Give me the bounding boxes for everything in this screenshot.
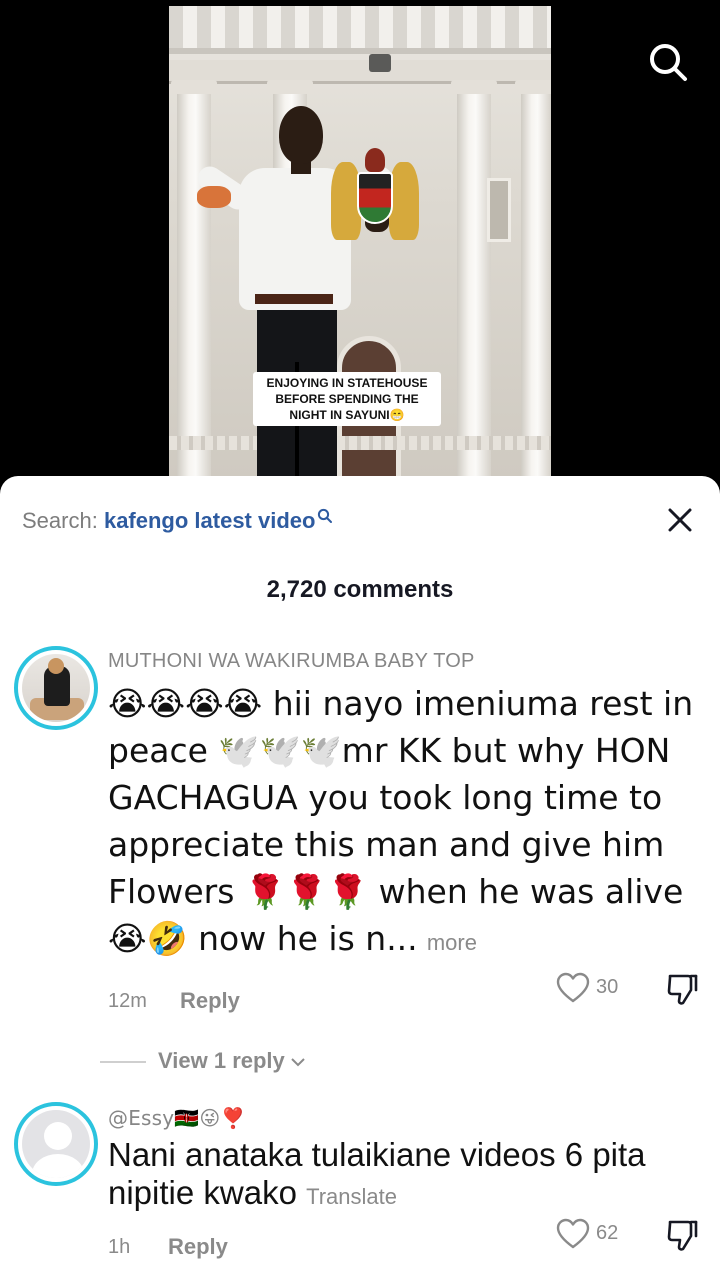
- like-count: 62: [596, 1222, 619, 1244]
- comment-time: 12m: [108, 990, 147, 1012]
- thumbs-down-icon: [667, 1220, 698, 1251]
- comment-username[interactable]: @Essy🇰🇪😜❣️: [108, 1106, 246, 1130]
- column: [171, 80, 217, 478]
- avatar[interactable]: [14, 1102, 98, 1186]
- reply-button[interactable]: Reply: [168, 1234, 228, 1260]
- view-replies-button[interactable]: View 1 reply: [100, 1048, 305, 1074]
- comment-username[interactable]: MUTHONI WA WAKIRUMBA BABY TOP: [108, 650, 475, 673]
- lamp: [369, 54, 391, 72]
- like-count: 30: [596, 976, 619, 998]
- shield-figure: [357, 172, 393, 224]
- comment-text: 😭😭😭😭 hii nayo imeniuma rest in peace 🕊️🕊…: [108, 680, 704, 966]
- building-cornice: [169, 6, 551, 54]
- chevron-down-icon: [291, 1058, 305, 1067]
- comment-count: 2,720 comments: [266, 576, 454, 603]
- divider-line: [100, 1061, 146, 1064]
- dislike-button[interactable]: [666, 1218, 698, 1252]
- dislike-button[interactable]: [666, 972, 698, 1006]
- search-term[interactable]: kafengo latest video: [104, 508, 316, 533]
- thumbs-down-icon: [667, 974, 698, 1005]
- video-frame[interactable]: ENJOYING IN STATEHOUSE BEFORE SPENDING T…: [169, 6, 551, 478]
- close-icon: [668, 508, 692, 532]
- search-icon: [318, 508, 333, 523]
- like-button[interactable]: [556, 1218, 590, 1250]
- default-avatar-head: [44, 1122, 72, 1150]
- coat-of-arms: [327, 136, 421, 246]
- video-player[interactable]: ENJOYING IN STATEHOUSE BEFORE SPENDING T…: [0, 0, 720, 500]
- default-avatar-body: [32, 1154, 84, 1178]
- avatar-head: [48, 658, 64, 674]
- avatar[interactable]: [14, 646, 98, 730]
- column: [451, 80, 497, 478]
- heart-icon: [556, 972, 590, 1003]
- comment-text: Nani anataka tulaikiane videos 6 pita ni…: [108, 1136, 668, 1216]
- close-button[interactable]: [664, 504, 696, 536]
- column: [515, 80, 551, 478]
- person-belt: [255, 294, 333, 304]
- person-head: [279, 106, 323, 164]
- video-caption: ENJOYING IN STATEHOUSE BEFORE SPENDING T…: [253, 372, 441, 426]
- more-link[interactable]: more: [427, 930, 477, 955]
- avatar-image: [22, 1110, 90, 1178]
- heart-icon: [556, 1218, 590, 1249]
- window: [487, 178, 511, 242]
- comments-sheet: Search: kafengo latest video 2,720 comme…: [0, 476, 720, 1270]
- balustrade: [169, 436, 551, 450]
- comment-text-content: 😭😭😭😭 hii nayo imeniuma rest in peace 🕊️🕊…: [108, 684, 694, 958]
- avatar-image: [22, 654, 90, 722]
- search-button[interactable]: [646, 40, 690, 84]
- translate-link[interactable]: Translate: [306, 1184, 397, 1209]
- search-prefix: Search:: [22, 508, 98, 533]
- comment-time: 1h: [108, 1236, 131, 1258]
- search-suggestion[interactable]: Search: kafengo latest video: [22, 506, 333, 536]
- reply-button[interactable]: Reply: [180, 988, 240, 1014]
- view-replies-label: View 1 reply: [158, 1048, 285, 1073]
- like-button[interactable]: [556, 972, 590, 1004]
- crest-figure: [365, 148, 385, 172]
- person-hand: [197, 186, 231, 208]
- lion-figure: [389, 162, 419, 240]
- search-icon: [650, 44, 687, 81]
